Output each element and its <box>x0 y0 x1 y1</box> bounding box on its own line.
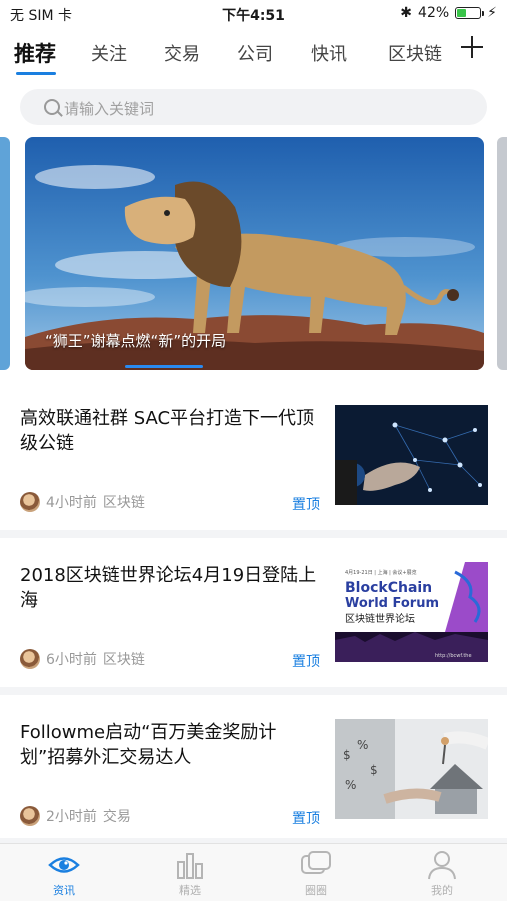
article-title: 2018区块链世界论坛4月19日登陆上海 <box>20 565 317 611</box>
bluetooth-icon: ✱ <box>400 5 413 21</box>
tab-circle[interactable]: 圈圈 <box>276 844 356 901</box>
article-thumbnail <box>335 405 488 505</box>
carousel-indicator <box>125 365 203 368</box>
divider <box>0 530 507 538</box>
banner-prev-peek[interactable] <box>0 137 10 370</box>
bar-chart-icon <box>177 853 203 879</box>
battery-icon <box>455 7 485 19</box>
bottom-tab-bar: 资讯 精选 圈圈 我的 <box>0 843 507 901</box>
banner-caption: “狮王”谢幕点燃“新”的开局 <box>45 332 227 350</box>
svg-text:$: $ <box>370 763 378 777</box>
article-thumbnail: 4月19-21日 | 上海 | 会议+展览 BlockChain World F… <box>335 562 488 662</box>
svg-text:%: % <box>357 738 368 752</box>
tab-flash[interactable]: 快讯 <box>311 40 347 66</box>
article-thumbnail: $% $% <box>335 719 488 819</box>
tab-featured[interactable]: 精选 <box>150 844 230 901</box>
tab-overflow: 区块链 <box>380 30 442 70</box>
search-placeholder: 请输入关键词 <box>64 100 155 118</box>
add-channel-icon[interactable] <box>459 34 485 60</box>
article-item[interactable]: 高效联通社群 SAC平台打造下一代顶级公链 4小时前 区块链 置顶 <box>0 398 507 538</box>
tab-circle-label: 圈圈 <box>305 884 327 897</box>
banner-next-peek[interactable] <box>497 137 507 370</box>
tab-trading[interactable]: 交易 <box>164 40 200 66</box>
network-image <box>335 405 488 505</box>
eye-icon <box>48 857 80 873</box>
pinned-badge: 置顶 <box>292 497 320 513</box>
article-time: 2小时前 <box>46 809 97 825</box>
money-house-image: $%$% <box>335 719 488 819</box>
search-icon <box>44 99 60 115</box>
svg-text:%: % <box>345 778 356 792</box>
avatar <box>20 649 40 669</box>
charging-icon: ⚡ <box>487 5 497 21</box>
svg-text:$: $ <box>343 748 351 762</box>
article-item[interactable]: 2018区块链世界论坛4月19日登陆上海 6小时前 区块链 置顶 4月19-21… <box>0 555 507 695</box>
tab-recommend[interactable]: 推荐 <box>14 38 56 68</box>
tab-profile[interactable]: 我的 <box>402 844 482 901</box>
article-meta: 4小时前 区块链 <box>20 492 145 512</box>
tab-profile-label: 我的 <box>431 884 453 897</box>
article-meta: 2小时前 交易 <box>20 806 131 826</box>
tab-blockchain[interactable]: 区块链 <box>388 40 442 66</box>
article-time: 4小时前 <box>46 495 97 511</box>
article-category: 区块链 <box>102 652 145 668</box>
article-title: 高效联通社群 SAC平台打造下一代顶级公链 <box>20 408 315 454</box>
forum-date: 4月19-21日 | 上海 | 会议+展览 <box>345 569 417 576</box>
user-icon <box>428 851 456 880</box>
article-title: Followme启动“百万美金奖励计划”招募外汇交易达人 <box>20 722 277 768</box>
article-time: 6小时前 <box>46 652 97 668</box>
forum-title-cn: 区块链世界论坛 <box>345 612 415 625</box>
divider <box>0 687 507 695</box>
banner-carousel[interactable]: “狮王”谢幕点燃“新”的开局 <box>25 137 484 370</box>
avatar <box>20 492 40 512</box>
search-bar[interactable]: 请输入关键词 <box>20 89 487 125</box>
article-item[interactable]: Followme启动“百万美金奖励计划”招募外汇交易达人 2小时前 交易 置顶 … <box>0 712 507 852</box>
chat-bubbles-icon <box>301 851 331 874</box>
article-meta: 6小时前 区块链 <box>20 649 145 669</box>
article-category: 交易 <box>102 809 131 825</box>
tab-news[interactable]: 资讯 <box>24 844 104 901</box>
battery-percent: 42% <box>418 5 450 21</box>
forum-url: http://bcwf.the <box>435 653 472 659</box>
category-tabs: 推荐 关注 交易 公司 快讯 区块链 <box>0 30 507 78</box>
status-right: ✱ 42% ⚡ <box>400 5 497 21</box>
forum-title-2: World Forum <box>345 596 439 611</box>
tab-follow[interactable]: 关注 <box>91 40 127 66</box>
tab-company[interactable]: 公司 <box>237 40 273 66</box>
tab-news-label: 资讯 <box>53 884 75 897</box>
pinned-badge: 置顶 <box>292 811 320 827</box>
tab-active-indicator <box>16 72 56 75</box>
blockchain-forum-image: 4月19-21日 | 上海 | 会议+展览 BlockChain World F… <box>335 562 488 662</box>
tab-featured-label: 精选 <box>179 884 201 897</box>
status-bar: 无 SIM 卡 下午4:51 ✱ 42% ⚡ <box>0 0 507 28</box>
forum-title-1: BlockChain <box>345 580 432 596</box>
avatar <box>20 806 40 826</box>
pinned-badge: 置顶 <box>292 654 320 670</box>
article-category: 区块链 <box>102 495 145 511</box>
